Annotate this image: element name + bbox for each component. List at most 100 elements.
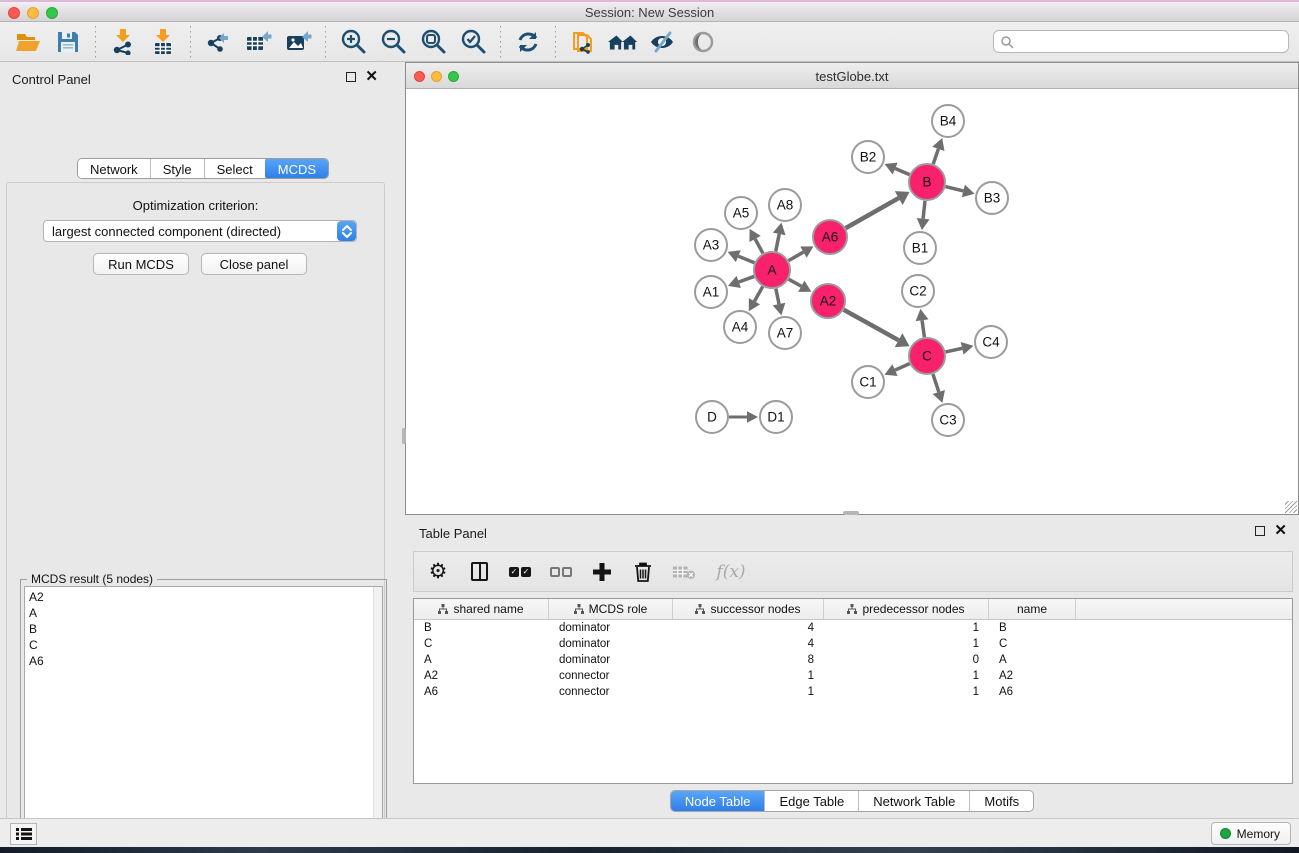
graph-edge-B-B2[interactable]	[895, 169, 909, 175]
refresh-icon[interactable]	[513, 27, 543, 57]
function-builder-icon[interactable]: f(x)	[713, 560, 749, 584]
cell[interactable]: dominator	[549, 638, 673, 650]
save-session-icon[interactable]	[53, 27, 83, 57]
graph-edge-B-B3[interactable]	[945, 187, 963, 191]
canvas-hscroll-thumb[interactable]	[843, 511, 859, 515]
table-settings-gear-icon[interactable]: ⚙	[426, 560, 450, 584]
result-item[interactable]: A	[29, 605, 382, 621]
cell[interactable]: 1	[824, 622, 989, 634]
export-table-icon[interactable]	[243, 27, 273, 57]
search-input[interactable]	[1014, 35, 1288, 49]
tab-edge-table[interactable]: Edge Table	[765, 791, 859, 811]
result-item[interactable]: C	[29, 637, 382, 653]
cell[interactable]: A6	[414, 686, 549, 698]
result-item[interactable]: A6	[29, 653, 382, 669]
delete-column-icon[interactable]	[672, 560, 696, 584]
tab-node-table[interactable]: Node Table	[671, 791, 766, 811]
cell[interactable]: 4	[673, 622, 824, 634]
graph-edge-A-A3[interactable]	[738, 256, 754, 263]
graph-edge-A-A5[interactable]	[755, 239, 763, 253]
cell[interactable]: C	[989, 638, 1076, 650]
column-header-shared-name[interactable]: shared name	[414, 599, 549, 619]
cell[interactable]: 1	[673, 670, 824, 682]
optimization-criterion-dropdown[interactable]: largest connected component (directed)	[43, 220, 357, 242]
cell[interactable]: A2	[414, 670, 549, 682]
show-graphics-icon[interactable]	[688, 27, 718, 57]
deselect-all-icon[interactable]	[549, 560, 573, 584]
select-all-icon[interactable]: ✓✓	[508, 560, 532, 584]
table-row[interactable]: A6connector11A6	[414, 684, 1292, 700]
cell[interactable]: connector	[549, 670, 673, 682]
tab-style[interactable]: Style	[151, 159, 205, 178]
cell[interactable]: A	[414, 654, 549, 666]
column-header-successor-nodes[interactable]: successor nodes	[673, 599, 824, 619]
node-table[interactable]: shared nameMCDS rolesuccessor nodesprede…	[413, 598, 1293, 784]
column-header-name[interactable]: name	[989, 599, 1076, 619]
graph-edge-C-C4[interactable]	[946, 348, 963, 352]
cell[interactable]: B	[414, 622, 549, 634]
result-item[interactable]: B	[29, 621, 382, 637]
graph-edge-A2-C[interactable]	[844, 310, 899, 340]
tab-select[interactable]: Select	[205, 159, 266, 178]
window-resize-grip[interactable]	[1285, 501, 1297, 513]
import-network-icon[interactable]	[108, 27, 138, 57]
graph-edge-A-A4[interactable]	[754, 287, 762, 302]
cell[interactable]: 1	[824, 638, 989, 650]
cell[interactable]: 1	[673, 686, 824, 698]
search-box[interactable]	[993, 30, 1289, 53]
open-file-icon[interactable]	[13, 27, 43, 57]
tab-network-table[interactable]: Network Table	[859, 791, 970, 811]
result-scrollbar[interactable]	[373, 587, 382, 853]
graph-edge-C-C3[interactable]	[933, 374, 939, 392]
graph-edge-B-B4[interactable]	[933, 149, 938, 164]
cell[interactable]: 8	[673, 654, 824, 666]
zoom-in-icon[interactable]	[338, 27, 368, 57]
cell[interactable]: 1	[824, 686, 989, 698]
show-columns-icon[interactable]	[467, 560, 491, 584]
run-mcds-button[interactable]: Run MCDS	[93, 253, 189, 275]
graph-edge-A-A7[interactable]	[776, 289, 779, 305]
float-table-panel-icon[interactable]	[1255, 526, 1265, 536]
graph-edge-C-C2[interactable]	[922, 320, 924, 337]
close-panel-button[interactable]: Close panel	[201, 253, 307, 275]
network-graph[interactable]: B4B2BB3A5A8A6A3B1AA1C2A2A4A7C4CC1C3DD1	[406, 89, 1298, 514]
dropdown-stepper-icon[interactable]	[337, 221, 356, 241]
add-column-icon[interactable]	[590, 560, 614, 584]
home-views-icon[interactable]	[608, 27, 638, 57]
graph-edge-A-A1[interactable]	[739, 276, 754, 282]
close-table-panel-icon[interactable]: ✕	[1274, 526, 1287, 536]
task-history-button[interactable]	[10, 823, 37, 845]
table-row[interactable]: Cdominator41C	[414, 636, 1292, 652]
network-window-titlebar[interactable]: testGlobe.txt	[406, 63, 1298, 89]
graph-edge-A6-B[interactable]	[846, 198, 899, 228]
tab-network[interactable]: Network	[78, 159, 151, 178]
table-row[interactable]: Bdominator41B	[414, 620, 1292, 636]
table-row[interactable]: Adominator80A	[414, 652, 1292, 668]
graph-edge-A-A2[interactable]	[789, 279, 802, 286]
graph-edge-B-B1[interactable]	[923, 201, 925, 219]
cell[interactable]: A6	[989, 686, 1076, 698]
memory-button[interactable]: Memory	[1211, 822, 1291, 845]
zoom-selected-icon[interactable]	[458, 27, 488, 57]
cell[interactable]: A	[989, 654, 1076, 666]
column-header-predecessor-nodes[interactable]: predecessor nodes	[824, 599, 989, 619]
graph-edge-A-A6[interactable]	[789, 252, 804, 261]
hide-graphics-icon[interactable]	[648, 27, 678, 57]
import-table-icon[interactable]	[148, 27, 178, 57]
cell[interactable]: 1	[824, 670, 989, 682]
canvas-vscroll-thumb[interactable]	[402, 428, 406, 444]
close-panel-icon[interactable]: ✕	[365, 72, 378, 82]
zoom-out-icon[interactable]	[378, 27, 408, 57]
cell[interactable]: connector	[549, 686, 673, 698]
cell[interactable]: 4	[673, 638, 824, 650]
cell[interactable]: 0	[824, 654, 989, 666]
export-image-icon[interactable]	[283, 27, 313, 57]
graph-edge-A-A8[interactable]	[776, 234, 779, 251]
clone-network-icon[interactable]	[568, 27, 598, 57]
float-panel-icon[interactable]	[346, 72, 356, 82]
zoom-fit-icon[interactable]	[418, 27, 448, 57]
table-row[interactable]: A2connector11A2	[414, 668, 1292, 684]
tab-mcds[interactable]: MCDS	[265, 158, 329, 179]
cell[interactable]: C	[414, 638, 549, 650]
export-network-icon[interactable]	[203, 27, 233, 57]
